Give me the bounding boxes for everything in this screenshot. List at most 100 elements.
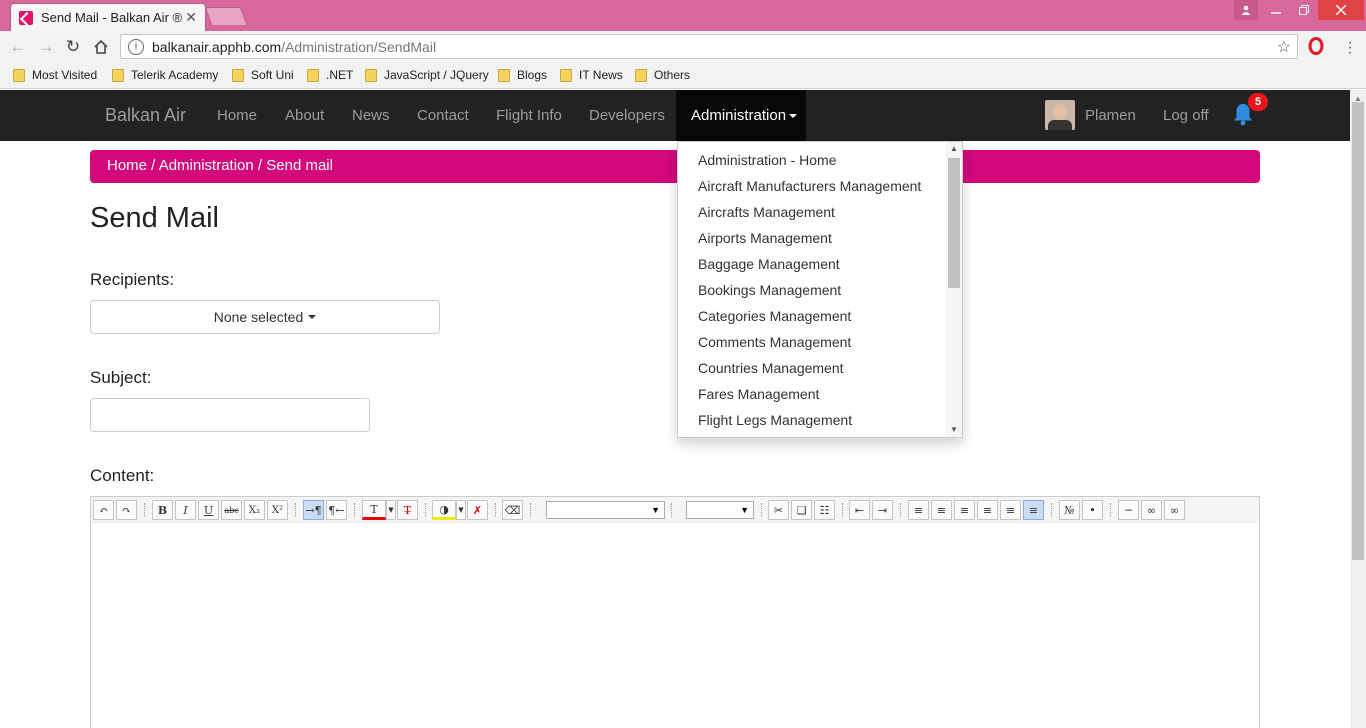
underline-icon[interactable]: U bbox=[198, 500, 219, 520]
menu-item-countries[interactable]: Countries Management bbox=[698, 360, 844, 376]
scroll-down-icon[interactable]: ▼ bbox=[950, 425, 958, 434]
menu-item-baggage[interactable]: Baggage Management bbox=[698, 256, 840, 272]
recipients-multiselect[interactable]: None selected bbox=[90, 300, 440, 334]
background-color-menu-icon[interactable]: ▼ bbox=[456, 500, 466, 520]
menu-item-comments[interactable]: Comments Management bbox=[698, 334, 851, 350]
undo-icon[interactable]: ↶ bbox=[93, 500, 114, 520]
horizontal-rule-icon[interactable]: ─ bbox=[1118, 500, 1139, 520]
menu-item-bookings[interactable]: Bookings Management bbox=[698, 282, 841, 298]
align-right-icon[interactable]: ≡ bbox=[977, 500, 998, 520]
menu-item-aircraft-manufacturers[interactable]: Aircraft Manufacturers Management bbox=[698, 178, 921, 194]
paste-icon[interactable]: ☷ bbox=[814, 500, 835, 520]
restore-icon[interactable] bbox=[1290, 0, 1318, 20]
ltr-icon[interactable]: →¶ bbox=[303, 500, 324, 520]
bookmark-it-news[interactable]: IT News bbox=[560, 68, 623, 82]
scroll-up-icon[interactable]: ▲ bbox=[950, 144, 958, 153]
opera-extension-icon[interactable] bbox=[1306, 36, 1326, 56]
copy-icon[interactable]: ❏ bbox=[791, 500, 812, 520]
breadcrumb-separator: / bbox=[147, 157, 159, 174]
breadcrumb-administration[interactable]: Administration bbox=[159, 157, 254, 174]
subject-input[interactable] bbox=[90, 398, 370, 432]
menu-dots-icon[interactable]: ⋮ bbox=[1340, 37, 1360, 57]
eraser-icon[interactable]: ⌫ bbox=[502, 500, 523, 520]
font-color-icon[interactable]: T bbox=[362, 500, 386, 520]
menu-item-aircrafts[interactable]: Aircrafts Management bbox=[698, 204, 835, 220]
tab-title: Send Mail - Balkan Air ® bbox=[41, 10, 183, 25]
strikethrough-icon[interactable]: abc bbox=[221, 500, 242, 520]
background-color-icon[interactable]: ◑ bbox=[432, 500, 456, 520]
bookmark-dotnet[interactable]: .NET bbox=[307, 68, 353, 82]
font-size-select[interactable]: ▼ bbox=[686, 501, 754, 519]
bookmark-telerik-academy[interactable]: Telerik Academy bbox=[112, 68, 218, 82]
align-center-icon[interactable]: ≡ bbox=[954, 500, 975, 520]
rtl-icon[interactable]: ¶← bbox=[326, 500, 347, 520]
align-top-left-icon[interactable]: ≡ bbox=[908, 500, 929, 520]
page-scrollbar[interactable]: ▲ bbox=[1350, 90, 1366, 728]
nav-administration-dropdown[interactable]: Administration bbox=[676, 90, 806, 141]
align-left-icon[interactable]: ≡ bbox=[931, 500, 952, 520]
remove-link-icon[interactable]: ∞ bbox=[1164, 500, 1185, 520]
italic-icon[interactable]: I bbox=[175, 500, 196, 520]
bookmark-blogs[interactable]: Blogs bbox=[498, 68, 547, 82]
bookmark-javascript[interactable]: JavaScript / JQuery bbox=[365, 68, 489, 82]
folder-icon bbox=[307, 68, 319, 82]
user-avatar[interactable] bbox=[1045, 100, 1075, 130]
caret-down-icon bbox=[308, 315, 317, 319]
indent-icon[interactable]: ⇥ bbox=[872, 500, 893, 520]
superscript-icon[interactable]: X² bbox=[267, 500, 288, 520]
folder-icon bbox=[560, 68, 572, 82]
reload-icon[interactable]: ↻ bbox=[63, 37, 83, 57]
nav-developers[interactable]: Developers bbox=[589, 107, 665, 124]
back-arrow-icon[interactable]: ← bbox=[8, 37, 28, 57]
ordered-list-icon[interactable]: № bbox=[1059, 500, 1080, 520]
bold-icon[interactable]: B bbox=[152, 500, 173, 520]
profile-icon[interactable] bbox=[1234, 0, 1258, 20]
outdent-icon[interactable]: ⇤ bbox=[849, 500, 870, 520]
menu-item-fares[interactable]: Fares Management bbox=[698, 386, 819, 402]
folder-icon bbox=[635, 68, 647, 82]
font-family-select[interactable]: ▼ bbox=[546, 501, 665, 519]
minimize-icon[interactable] bbox=[1262, 0, 1290, 20]
brand-link[interactable]: Balkan Air bbox=[105, 105, 186, 126]
dropdown-scrollbar[interactable]: ▲ ▼ bbox=[946, 142, 962, 437]
justify-icon[interactable]: ≡ bbox=[1000, 500, 1021, 520]
menu-item-airports[interactable]: Airports Management bbox=[698, 230, 832, 246]
bookmark-star-icon[interactable]: ☆ bbox=[1277, 37, 1291, 57]
forward-arrow-icon[interactable]: → bbox=[36, 37, 56, 57]
nav-flight-info[interactable]: Flight Info bbox=[496, 107, 562, 124]
folder-icon bbox=[365, 68, 377, 82]
dropdown-scrollbar-thumb[interactable] bbox=[948, 158, 960, 288]
breadcrumb-home[interactable]: Home bbox=[107, 157, 147, 174]
rich-text-editor[interactable]: ↶ ↷ B I U abc X₂ X² →¶ ¶← T ▼ T̶ ◑ ▼ ✗ ⌫… bbox=[90, 496, 1260, 728]
remove-background-color-icon[interactable]: ✗ bbox=[467, 500, 488, 520]
page-scrollbar-thumb[interactable] bbox=[1352, 102, 1364, 560]
bookmark-others[interactable]: Others bbox=[635, 68, 690, 82]
toolbar-divider bbox=[900, 503, 902, 517]
nav-home[interactable]: Home bbox=[217, 107, 257, 124]
remove-font-color-icon[interactable]: T̶ bbox=[397, 500, 418, 520]
nav-contact[interactable]: Contact bbox=[417, 107, 469, 124]
tab-close-icon[interactable]: ✕ bbox=[185, 9, 197, 26]
bookmark-most-visited[interactable]: Most Visited bbox=[13, 68, 97, 82]
cut-icon[interactable]: ✂ bbox=[768, 500, 789, 520]
browser-tab[interactable]: Send Mail - Balkan Air ® ✕ bbox=[10, 3, 206, 31]
insert-link-icon[interactable]: ∞ bbox=[1141, 500, 1162, 520]
subscript-icon[interactable]: X₂ bbox=[244, 500, 265, 520]
menu-item-flight-legs[interactable]: Flight Legs Management bbox=[698, 412, 852, 428]
nav-news[interactable]: News bbox=[352, 107, 390, 124]
unordered-list-icon[interactable]: • bbox=[1082, 500, 1103, 520]
address-bar[interactable]: i balkanair.apphb.com/Administration/Sen… bbox=[120, 34, 1298, 59]
nav-user-name[interactable]: Plamen bbox=[1085, 107, 1136, 124]
menu-item-categories[interactable]: Categories Management bbox=[698, 308, 851, 324]
bookmark-soft-uni[interactable]: Soft Uni bbox=[232, 68, 294, 82]
nav-about[interactable]: About bbox=[285, 107, 324, 124]
menu-item-admin-home[interactable]: Administration - Home bbox=[698, 152, 837, 168]
redo-icon[interactable]: ↷ bbox=[116, 500, 137, 520]
nav-logoff[interactable]: Log off bbox=[1163, 107, 1209, 124]
site-info-icon[interactable]: i bbox=[128, 38, 144, 55]
window-close-icon[interactable] bbox=[1318, 0, 1364, 20]
home-icon[interactable] bbox=[91, 37, 111, 57]
font-color-menu-icon[interactable]: ▼ bbox=[386, 500, 396, 520]
justify-full-icon[interactable]: ≡ bbox=[1023, 500, 1044, 520]
new-tab-button[interactable] bbox=[204, 7, 248, 25]
